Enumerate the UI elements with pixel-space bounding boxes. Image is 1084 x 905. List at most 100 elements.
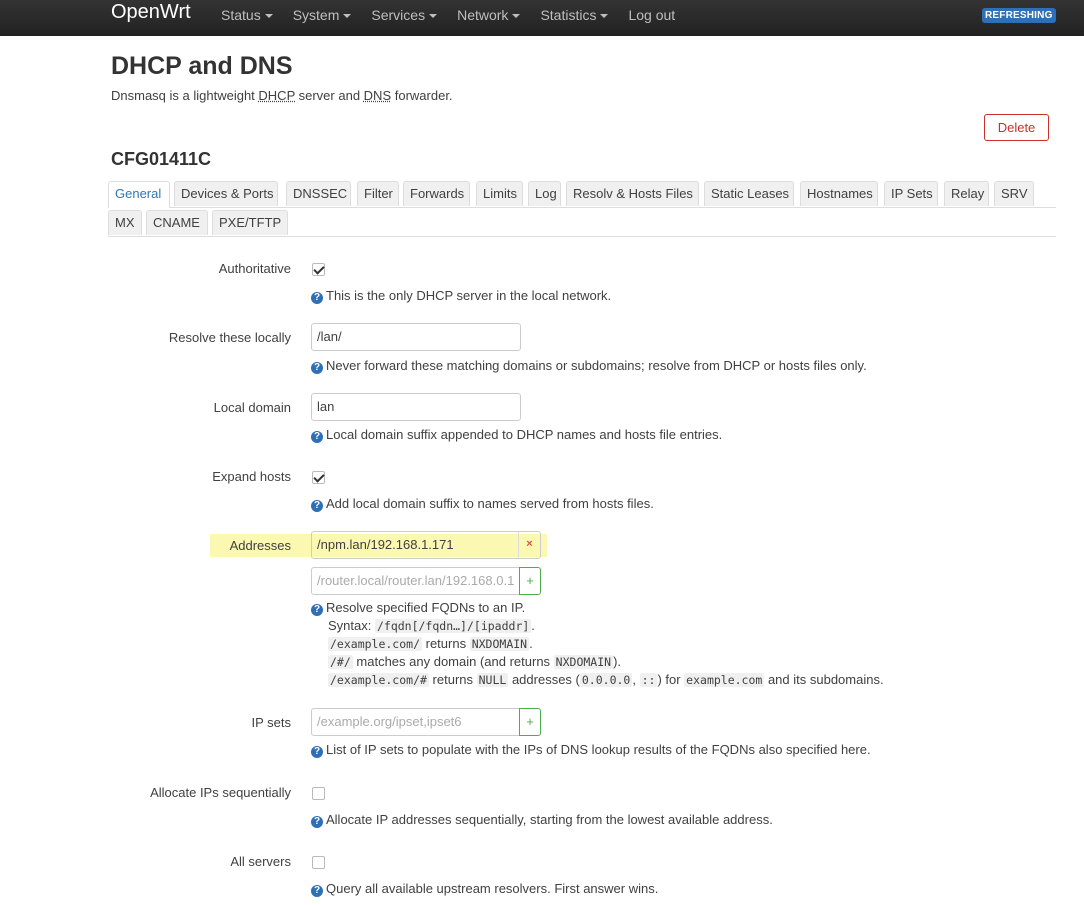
delete-button[interactable]: Delete [984,114,1049,141]
brand-logo[interactable]: OpenWrt [111,1,191,24]
example-text: addresses ( [508,672,580,687]
tab-resolv-hosts-files[interactable]: Resolv & Hosts Files [566,181,699,206]
all-servers-label: All servers [230,854,291,869]
example-text: returns [422,636,470,651]
tab-log[interactable]: Log [528,181,561,206]
ip-sets-label: IP sets [251,715,291,730]
all-servers-checkbox[interactable] [312,856,325,869]
tab-mx[interactable]: MX [108,210,142,235]
chevron-down-icon [343,14,352,19]
tab-dnssec[interactable]: DNSSEC [286,181,351,206]
menu-system[interactable]: System [293,7,352,23]
tab-relay[interactable]: Relay [944,181,989,206]
all-servers-help: ? Query all available upstream resolvers.… [311,881,658,897]
resolve-locally-help: ? Never forward these matching domains or… [311,358,867,374]
resolve-locally-input[interactable]: /lan/ [311,323,521,351]
addresses-entry-value[interactable]: /npm.lan/192.168.1.171 [317,537,454,552]
help-text: Local domain suffix appended to DHCP nam… [326,427,723,442]
authoritative-label: Authoritative [218,261,291,276]
add-ip-set-button[interactable]: + [519,708,541,736]
tab-general[interactable]: General [108,181,170,208]
example-code: NXDOMAIN [553,655,614,669]
help-icon: ? [311,604,323,616]
expand-hosts-checkbox[interactable] [312,471,325,484]
ip-sets-help: ? List of IP sets to populate with the IP… [311,742,871,758]
tab-srv[interactable]: SRV [994,181,1034,206]
chevron-down-icon [264,14,273,19]
tab-pxe-tftp[interactable]: PXE/TFTP [212,210,288,235]
help-icon: ? [311,431,323,443]
page-title: DHCP and DNS [111,52,293,80]
chevron-down-icon [600,14,609,19]
authoritative-help: ? This is the only DHCP server in the loc… [311,288,611,304]
sequential-help: ? Allocate IP addresses sequentially, sta… [311,812,773,828]
desc-text: server and [295,88,364,103]
help-text: Add local domain suffix to names served … [326,496,654,511]
help-icon: ? [311,500,323,512]
syntax-label: Syntax: [328,618,375,633]
menu-statistics[interactable]: Statistics [540,7,609,23]
menu-status-label: Status [221,7,261,23]
expand-hosts-help: ? Add local domain suffix to names served… [311,496,654,512]
sequential-label: Allocate IPs sequentially [150,785,291,800]
addresses-example-3: /example.com/# returns NULL addresses (0… [328,672,884,687]
local-domain-help: ? Local domain suffix appended to DHCP na… [311,427,722,443]
local-domain-label: Local domain [213,400,291,415]
example-code: /#/ [328,655,353,669]
menu-system-label: System [292,7,340,23]
help-text: Allocate IP addresses sequentially, star… [326,812,773,827]
addresses-syntax-line: Syntax: /fqdn[/fqdn…]/[ipaddr]. [328,618,535,633]
top-navbar: OpenWrt Status System Services Network S… [0,0,1084,36]
resolve-locally-label: Resolve these locally [168,330,291,345]
example-code: /example.com/# [328,673,429,687]
help-icon: ? [311,885,323,897]
tab-bar-row2: MX CNAME PXE/TFTP [108,210,1056,237]
desc-abbr-dns: DNS [363,88,392,103]
menu-statistics-label: Statistics [540,7,597,23]
addresses-entry-1: /npm.lan/192.168.1.171 [311,531,541,559]
addresses-new-input[interactable]: /router.local/router.lan/192.168.0.1 [311,567,520,595]
ip-sets-input[interactable]: /example.org/ipset,ipset6 [311,708,520,736]
example-text: ) for [657,672,685,687]
add-address-button[interactable]: + [519,567,541,595]
example-code: 0.0.0.0 [579,673,633,687]
example-code: :: [639,673,658,687]
checkmark-icon [313,263,325,275]
example-code: /example.com/ [328,637,423,651]
tab-hostnames[interactable]: Hostnames [800,181,878,206]
section-title: CFG01411C [111,149,212,169]
tab-limits[interactable]: Limits [476,181,523,206]
help-icon: ? [311,362,323,374]
desc-text: Dnsmasq is a lightweight [111,88,259,103]
refreshing-badge[interactable]: REFRESHING [982,8,1056,23]
tab-ip-sets[interactable]: IP Sets [884,181,938,206]
addresses-label: Addresses [229,538,291,553]
help-icon: ? [311,816,323,828]
tab-static-leases[interactable]: Static Leases [704,181,794,206]
example-code: example.com [684,673,765,687]
menu-network-label: Network [457,7,509,23]
addresses-example-1: /example.com/ returns NXDOMAIN. [328,636,533,651]
menu-status[interactable]: Status [221,7,273,23]
local-domain-input[interactable]: lan [311,393,521,421]
example-text: and its subdomains. [764,672,884,687]
help-text: Never forward these matching domains or … [326,358,867,373]
help-text: This is the only DHCP server in the loca… [326,288,612,303]
menu-logout[interactable]: Log out [628,7,675,23]
tab-filter[interactable]: Filter [357,181,399,206]
example-code: NXDOMAIN [469,637,530,651]
sequential-checkbox[interactable] [312,787,325,800]
desc-text: forwarder. [391,88,453,103]
authoritative-checkbox[interactable] [312,263,325,276]
tab-cname[interactable]: CNAME [146,210,208,235]
syntax-code: /fqdn[/fqdn…]/[ipaddr] [374,619,532,633]
help-icon: ? [311,746,323,758]
example-text: matches any domain (and returns [352,654,554,669]
menu-services[interactable]: Services [371,7,438,23]
tab-forwards[interactable]: Forwards [403,181,470,206]
help-text: List of IP sets to populate with the IPs… [326,742,871,757]
menu-network[interactable]: Network [457,7,521,23]
remove-address-button[interactable]: × [518,532,540,558]
tab-devices-ports[interactable]: Devices & Ports [174,181,278,206]
page-description: Dnsmasq is a lightweight DHCP server and… [111,88,453,103]
